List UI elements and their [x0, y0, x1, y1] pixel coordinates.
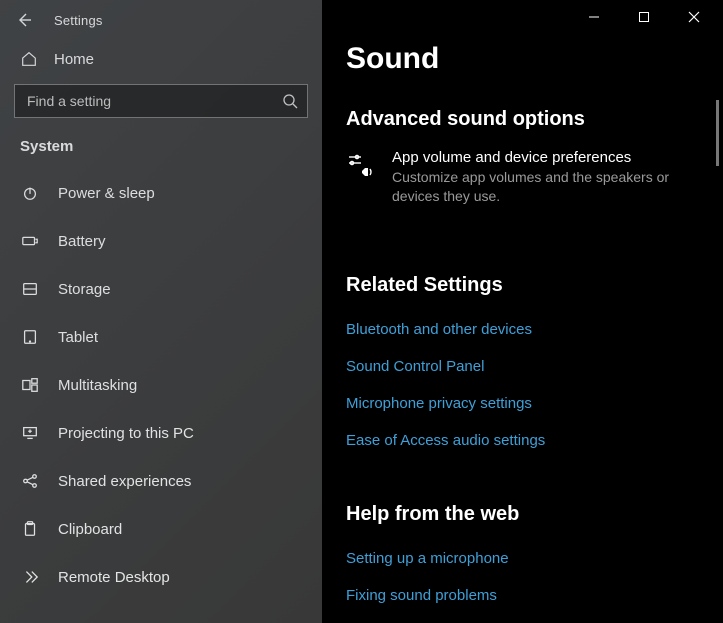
sidebar-item-battery[interactable]: Battery — [0, 217, 322, 265]
sidebar-item-label: Remote Desktop — [58, 569, 170, 586]
minimize-button[interactable] — [571, 2, 617, 32]
clipboard-icon — [20, 519, 40, 539]
main-panel: Sound Advanced sound options App volume … — [322, 0, 723, 623]
sidebar-item-label: Multitasking — [58, 377, 137, 394]
sidebar-item-label: Battery — [58, 233, 106, 250]
search-input[interactable] — [14, 84, 308, 118]
sidebar-item-label: Tablet — [58, 329, 98, 346]
app-title: Settings — [54, 13, 103, 28]
sidebar-item-label: Clipboard — [58, 521, 122, 538]
multitasking-icon — [20, 375, 40, 395]
related-link-microphone-privacy-settings[interactable]: Microphone privacy settings — [346, 385, 699, 422]
app-volume-preferences[interactable]: App volume and device preferences Custom… — [346, 145, 699, 214]
help-link-setting-up-a-microphone[interactable]: Setting up a microphone — [346, 540, 699, 577]
nav-list: Power & sleep Battery Storage Tablet Multita… — [0, 169, 322, 623]
home-nav[interactable]: Home — [0, 36, 322, 78]
related-link-bluetooth-and-other-devices[interactable]: Bluetooth and other devices — [346, 311, 699, 348]
sidebar-item-label: Power & sleep — [58, 185, 155, 202]
shared-icon — [20, 471, 40, 491]
storage-icon — [20, 279, 40, 299]
sidebar-item-clipboard[interactable]: Clipboard — [0, 505, 322, 553]
remote-icon — [20, 567, 40, 587]
close-button[interactable] — [671, 2, 717, 32]
home-icon — [20, 50, 38, 68]
pref-desc: Customize app volumes and the speakers o… — [392, 166, 699, 206]
advanced-heading: Advanced sound options — [346, 108, 699, 131]
sidebar-item-power-sleep[interactable]: Power & sleep — [0, 169, 322, 217]
sidebar-item-label: Projecting to this PC — [58, 425, 194, 442]
sidebar: Settings Home System Power & sleep Batter… — [0, 0, 322, 623]
scrollbar-thumb[interactable] — [716, 100, 719, 166]
page-title: Sound — [322, 34, 723, 94]
related-link-sound-control-panel[interactable]: Sound Control Panel — [346, 348, 699, 385]
category-label: System — [0, 132, 322, 169]
sidebar-item-label: Shared experiences — [58, 473, 191, 490]
sidebar-item-remote-desktop[interactable]: Remote Desktop — [0, 553, 322, 601]
related-link-ease-of-access-audio-settings[interactable]: Ease of Access audio settings — [346, 422, 699, 459]
back-button[interactable] — [16, 10, 36, 30]
pref-title: App volume and device preferences — [392, 149, 699, 166]
help-link-fixing-sound-problems[interactable]: Fixing sound problems — [346, 577, 699, 614]
sidebar-item-multitasking[interactable]: Multitasking — [0, 361, 322, 409]
sidebar-item-tablet[interactable]: Tablet — [0, 313, 322, 361]
help-links: Setting up a microphoneFixing sound prob… — [346, 540, 699, 614]
power-icon — [20, 183, 40, 203]
search-icon — [282, 93, 298, 109]
projecting-icon — [20, 423, 40, 443]
sidebar-item-label: Storage — [58, 281, 111, 298]
sidebar-item-storage[interactable]: Storage — [0, 265, 322, 313]
battery-icon — [20, 231, 40, 251]
tablet-icon — [20, 327, 40, 347]
sidebar-item-shared-experiences[interactable]: Shared experiences — [0, 457, 322, 505]
maximize-button[interactable] — [621, 2, 667, 32]
sliders-sound-icon — [346, 151, 374, 179]
titlebar — [322, 0, 723, 34]
related-links: Bluetooth and other devicesSound Control… — [346, 311, 699, 459]
sidebar-item-projecting-to-this-pc[interactable]: Projecting to this PC — [0, 409, 322, 457]
home-label: Home — [54, 51, 94, 68]
related-heading: Related Settings — [346, 274, 699, 297]
help-heading: Help from the web — [346, 503, 699, 526]
